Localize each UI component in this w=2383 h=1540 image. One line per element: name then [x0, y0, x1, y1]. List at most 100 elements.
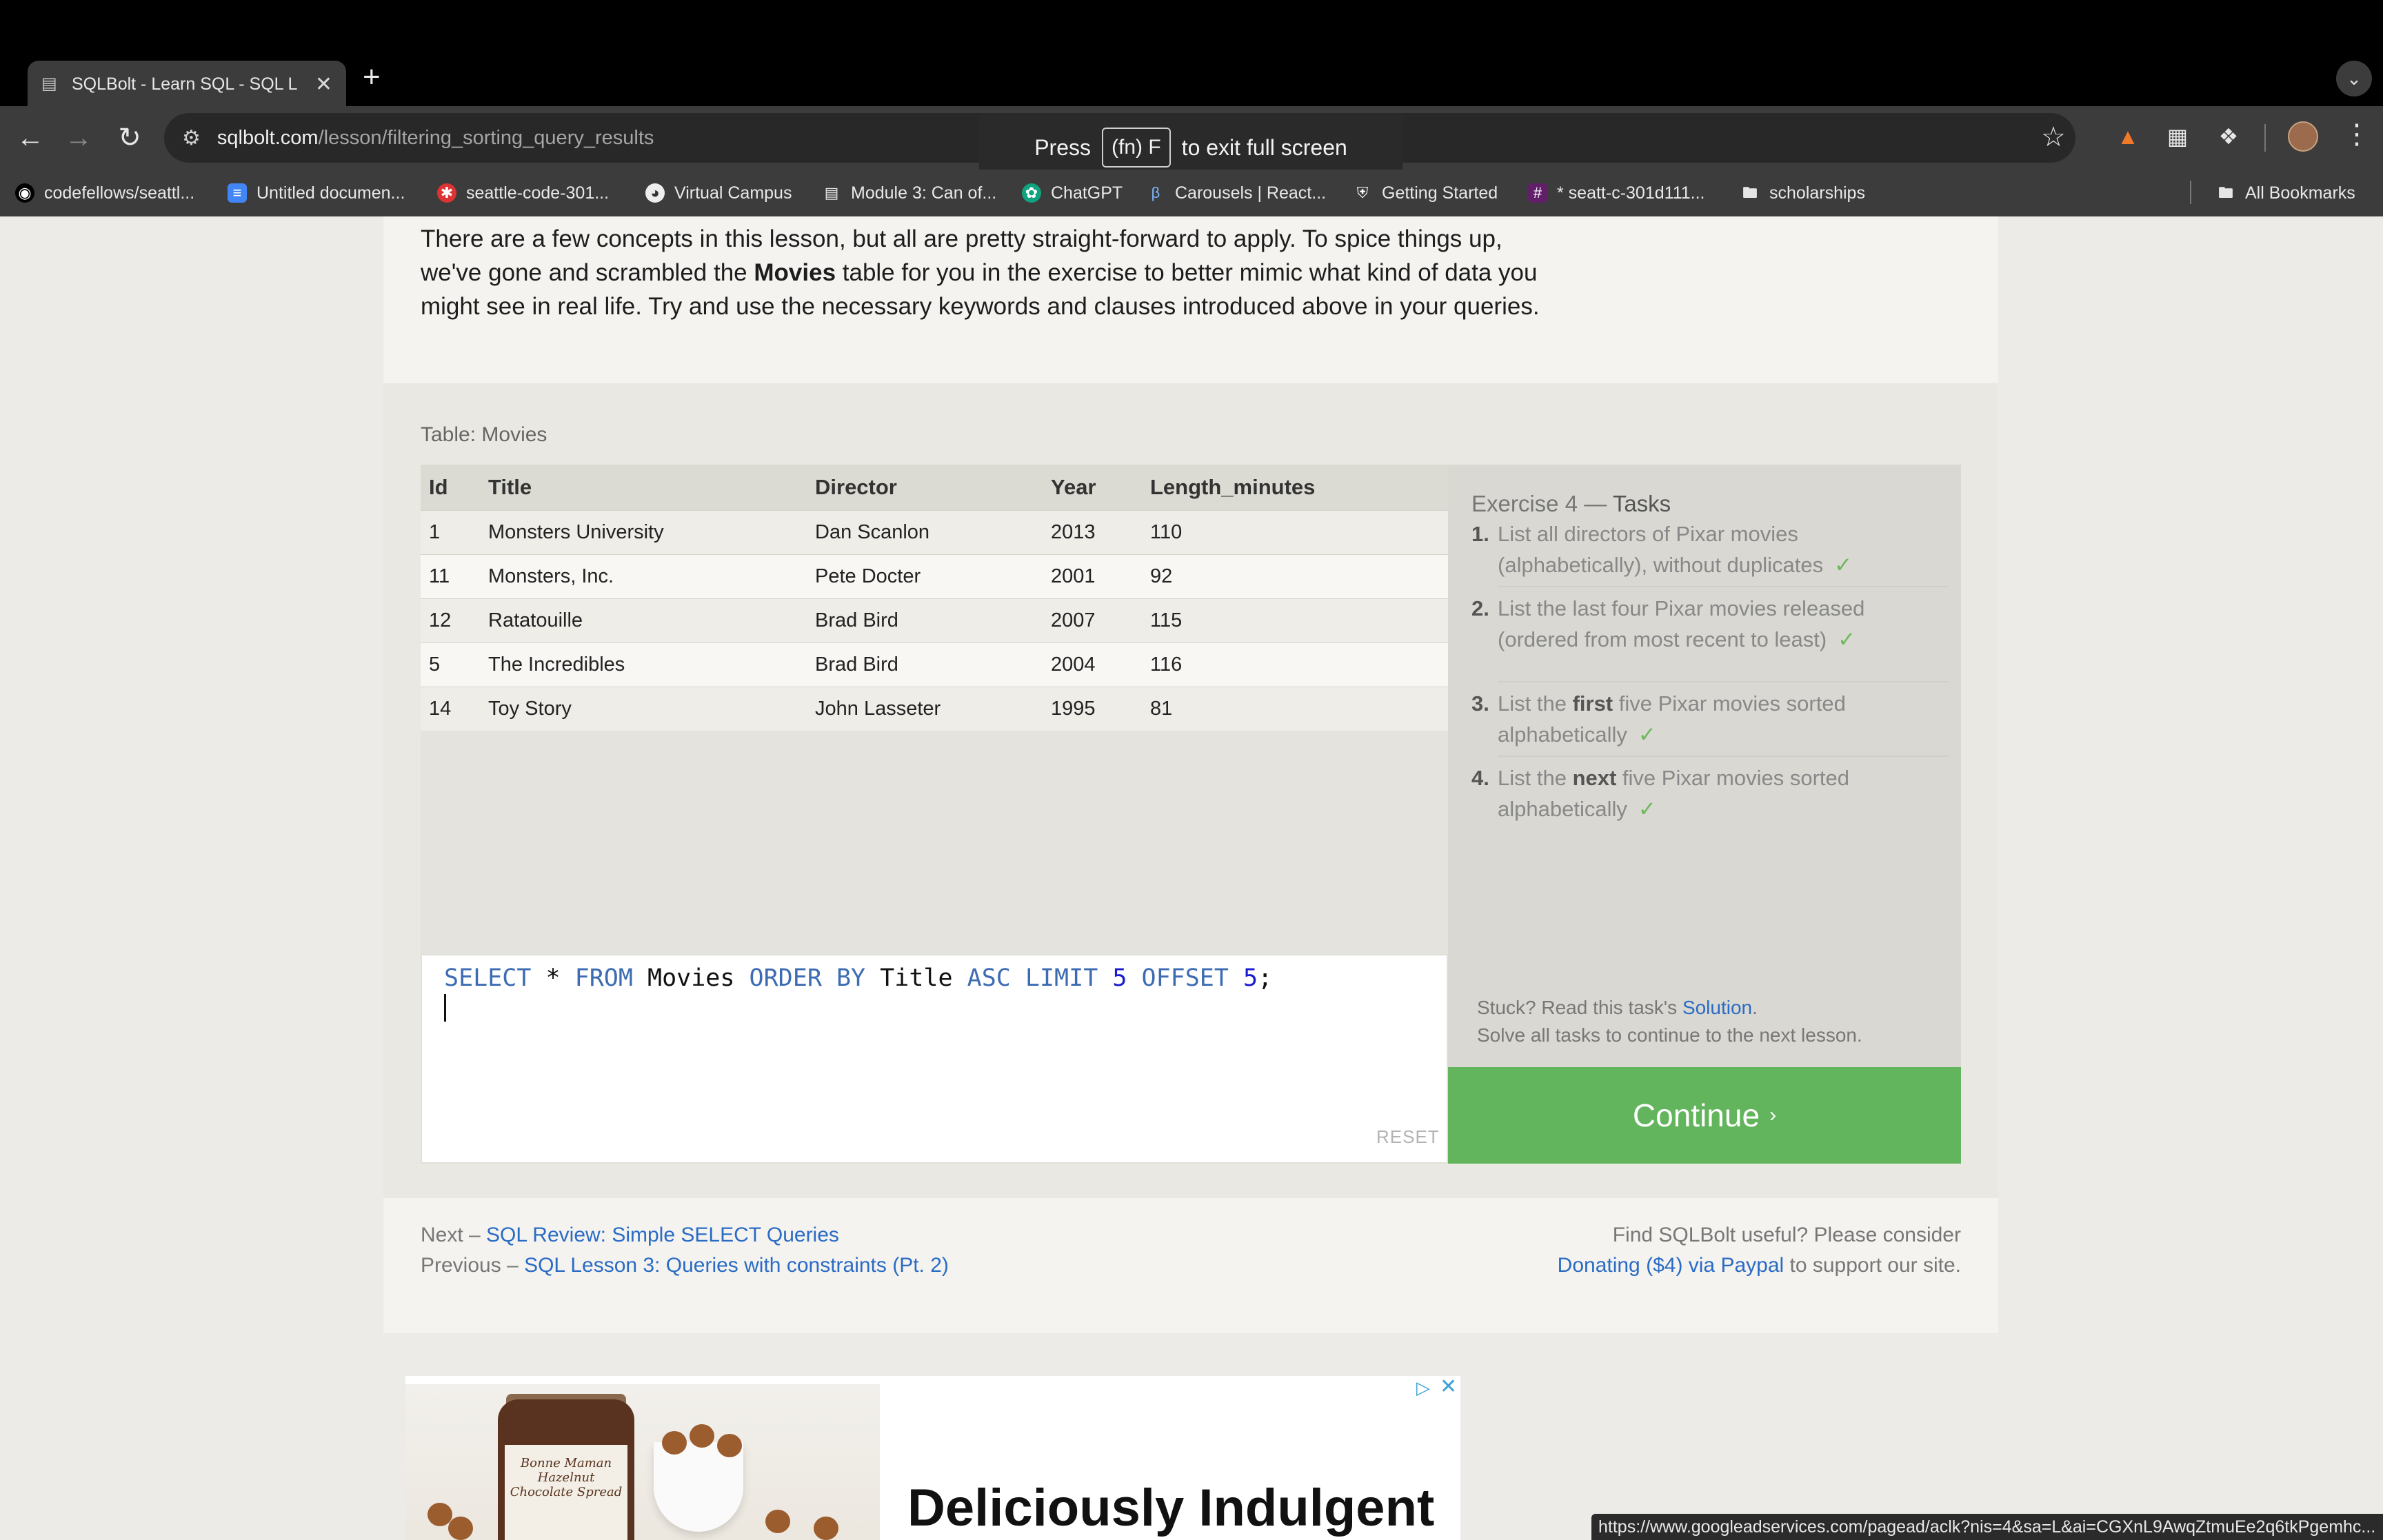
site-settings-icon[interactable]: ⚙: [182, 126, 201, 150]
puzzle-extensions-icon[interactable]: ❖: [2215, 123, 2242, 150]
table-cell: Brad Bird: [807, 642, 1043, 687]
status-bar-url: https://www.googleadservices.com/pagead/…: [1591, 1514, 2383, 1540]
stuck-help: Stuck? Read this task's Solution. Solve …: [1477, 994, 1862, 1049]
close-tab-icon[interactable]: ✕: [315, 72, 332, 97]
sql-token: Movies: [632, 964, 750, 992]
reset-button[interactable]: RESET: [1376, 1126, 1440, 1148]
next-lesson-link[interactable]: SQL Review: Simple SELECT Queries: [486, 1224, 839, 1246]
donate-link[interactable]: Donating ($4) via Paypal: [1558, 1254, 1784, 1277]
task-text: List the next five Pixar movies sorted a…: [1498, 762, 1947, 824]
task-divider: [1498, 681, 1949, 682]
more-menu-icon[interactable]: ⋮: [2343, 119, 2371, 150]
stuck-period: .: [1752, 997, 1758, 1018]
solution-link[interactable]: Solution: [1682, 997, 1752, 1018]
table-cell: 14: [421, 686, 480, 731]
bookmark-label: Virtual Campus: [674, 183, 792, 203]
sql-token: Title: [865, 964, 967, 992]
previous-lesson-link[interactable]: SQL Lesson 3: Queries with constraints (…: [524, 1254, 949, 1277]
table-cell: 92: [1142, 554, 1448, 598]
table-cell: John Lasseter: [807, 686, 1043, 731]
text-cursor: [444, 994, 446, 1022]
table-cell: 12: [421, 598, 480, 642]
task-text-emphasis: next: [1572, 766, 1617, 790]
sql-token: *: [531, 964, 575, 992]
bookmark-item[interactable]: ≡ Untitled documen...: [228, 178, 405, 208]
task-item: 3. List the first five Pixar movies sort…: [1471, 688, 1947, 750]
bookmark-item[interactable]: ◉ codefellows/seattl...: [15, 178, 194, 208]
all-bookmarks-label: All Bookmarks: [2245, 183, 2355, 203]
bookmark-item[interactable]: ⛨ Getting Started: [1353, 178, 1498, 208]
task-item: 4. List the next five Pixar movies sorte…: [1471, 762, 1947, 824]
back-arrow-icon[interactable]: ←: [11, 119, 50, 157]
task-divider: [1498, 756, 1949, 757]
column-header: Title: [480, 465, 807, 510]
solve-all-text: Solve all tasks to continue to the next …: [1477, 1024, 1862, 1046]
browser-tab-bar: [0, 0, 2383, 106]
sql-token: ORDER BY: [749, 964, 866, 992]
ad-headline[interactable]: Deliciously Indulgent: [907, 1478, 1434, 1538]
previous-prefix: Previous –: [421, 1254, 525, 1277]
fullscreen-hint-before: Press: [1034, 134, 1091, 160]
table-cell: 116: [1142, 642, 1448, 687]
chevron-right-icon: ›: [1769, 1104, 1777, 1126]
ad-product-image[interactable]: [405, 1384, 880, 1540]
column-header: Director: [807, 465, 1043, 510]
table-cell: Ratatouille: [480, 598, 807, 642]
shield-icon: ⛨: [1353, 183, 1372, 203]
new-tab-icon[interactable]: +: [363, 62, 381, 92]
url-domain: sqlbolt.com: [217, 126, 319, 149]
check-icon: ✓: [1638, 722, 1656, 747]
forward-arrow-icon[interactable]: →: [59, 119, 98, 157]
extension-icon[interactable]: ▲: [2114, 123, 2142, 150]
column-header: Year: [1043, 465, 1142, 510]
profile-avatar[interactable]: [2288, 121, 2318, 152]
continue-button[interactable]: Continue ›: [1448, 1067, 1961, 1164]
bookmark-star-icon[interactable]: ☆: [2041, 121, 2066, 153]
sql-token: FROM: [574, 964, 633, 992]
bookmark-label: Carousels | React...: [1175, 183, 1327, 203]
folder-icon: 🖿: [1740, 183, 1760, 203]
table-cell: 5: [421, 642, 480, 687]
task-text: List all directors of Pixar movies (alph…: [1498, 518, 1947, 580]
react-bootstrap-icon: β: [1146, 183, 1165, 203]
bookmark-item[interactable]: 🖿 scholarships: [1740, 178, 1865, 208]
bookmark-item[interactable]: ◕ Virtual Campus: [645, 178, 792, 208]
hazelnut: [428, 1503, 452, 1526]
ad-close-icon[interactable]: ✕: [1440, 1375, 1457, 1399]
bookmark-item[interactable]: # * seatt-c-301d111...: [1528, 178, 1705, 208]
task-text: List the last four Pixar movies released…: [1498, 593, 1947, 655]
slack-icon: #: [1528, 183, 1547, 203]
task-text-emphasis: first: [1572, 691, 1613, 716]
bookmark-label: Module 3: Can of...: [851, 183, 997, 203]
bookmark-label: * seatt-c-301d111...: [1557, 183, 1705, 203]
table-cell: Dan Scanlon: [807, 509, 1043, 554]
bookmark-item[interactable]: ▤ Module 3: Can of...: [822, 178, 996, 208]
bookmark-label: ChatGPT: [1051, 183, 1123, 203]
task-number: 1.: [1471, 522, 1489, 546]
bookmark-item[interactable]: β Carousels | React...: [1146, 178, 1326, 208]
reading-list-icon[interactable]: ▦: [2164, 123, 2191, 150]
task-number: 3.: [1471, 691, 1489, 716]
github-icon: ◉: [15, 183, 34, 203]
browser-tab-active[interactable]: ▤ SQLBolt - Learn SQL - SQL L ✕: [28, 61, 346, 108]
bookmark-item[interactable]: ✱ seattle-code-301...: [437, 178, 609, 208]
sql-query-line[interactable]: SELECT * FROM Movies ORDER BY Title ASC …: [444, 962, 1272, 994]
table-cell: 1995: [1043, 686, 1142, 731]
hazelnut: [690, 1424, 714, 1448]
table-cell: 11: [421, 554, 480, 598]
sqlbolt-favicon-icon: ▤: [41, 74, 57, 93]
bookmark-item[interactable]: ✿ ChatGPT: [1022, 178, 1123, 208]
reload-icon[interactable]: ↻: [110, 119, 149, 157]
task-number: 4.: [1471, 766, 1489, 790]
column-header: Id: [421, 465, 480, 510]
table-row: 12 Ratatouille Brad Bird 2007 115: [421, 598, 1448, 642]
tasks-title-label: Tasks: [1612, 491, 1671, 516]
bookmark-label: seattle-code-301...: [466, 183, 610, 203]
fullscreen-hint-key: (fn) F: [1102, 128, 1171, 168]
ad-choices-icon[interactable]: ▷: [1416, 1377, 1430, 1399]
tab-search-chevron-icon[interactable]: ⌄: [2336, 61, 2372, 97]
all-bookmarks-button[interactable]: 🖿 All Bookmarks: [2216, 178, 2355, 208]
continue-label: Continue: [1632, 1097, 1760, 1133]
canvas-icon: ▤: [822, 183, 841, 203]
support-suffix: to support our site.: [1784, 1254, 1961, 1277]
